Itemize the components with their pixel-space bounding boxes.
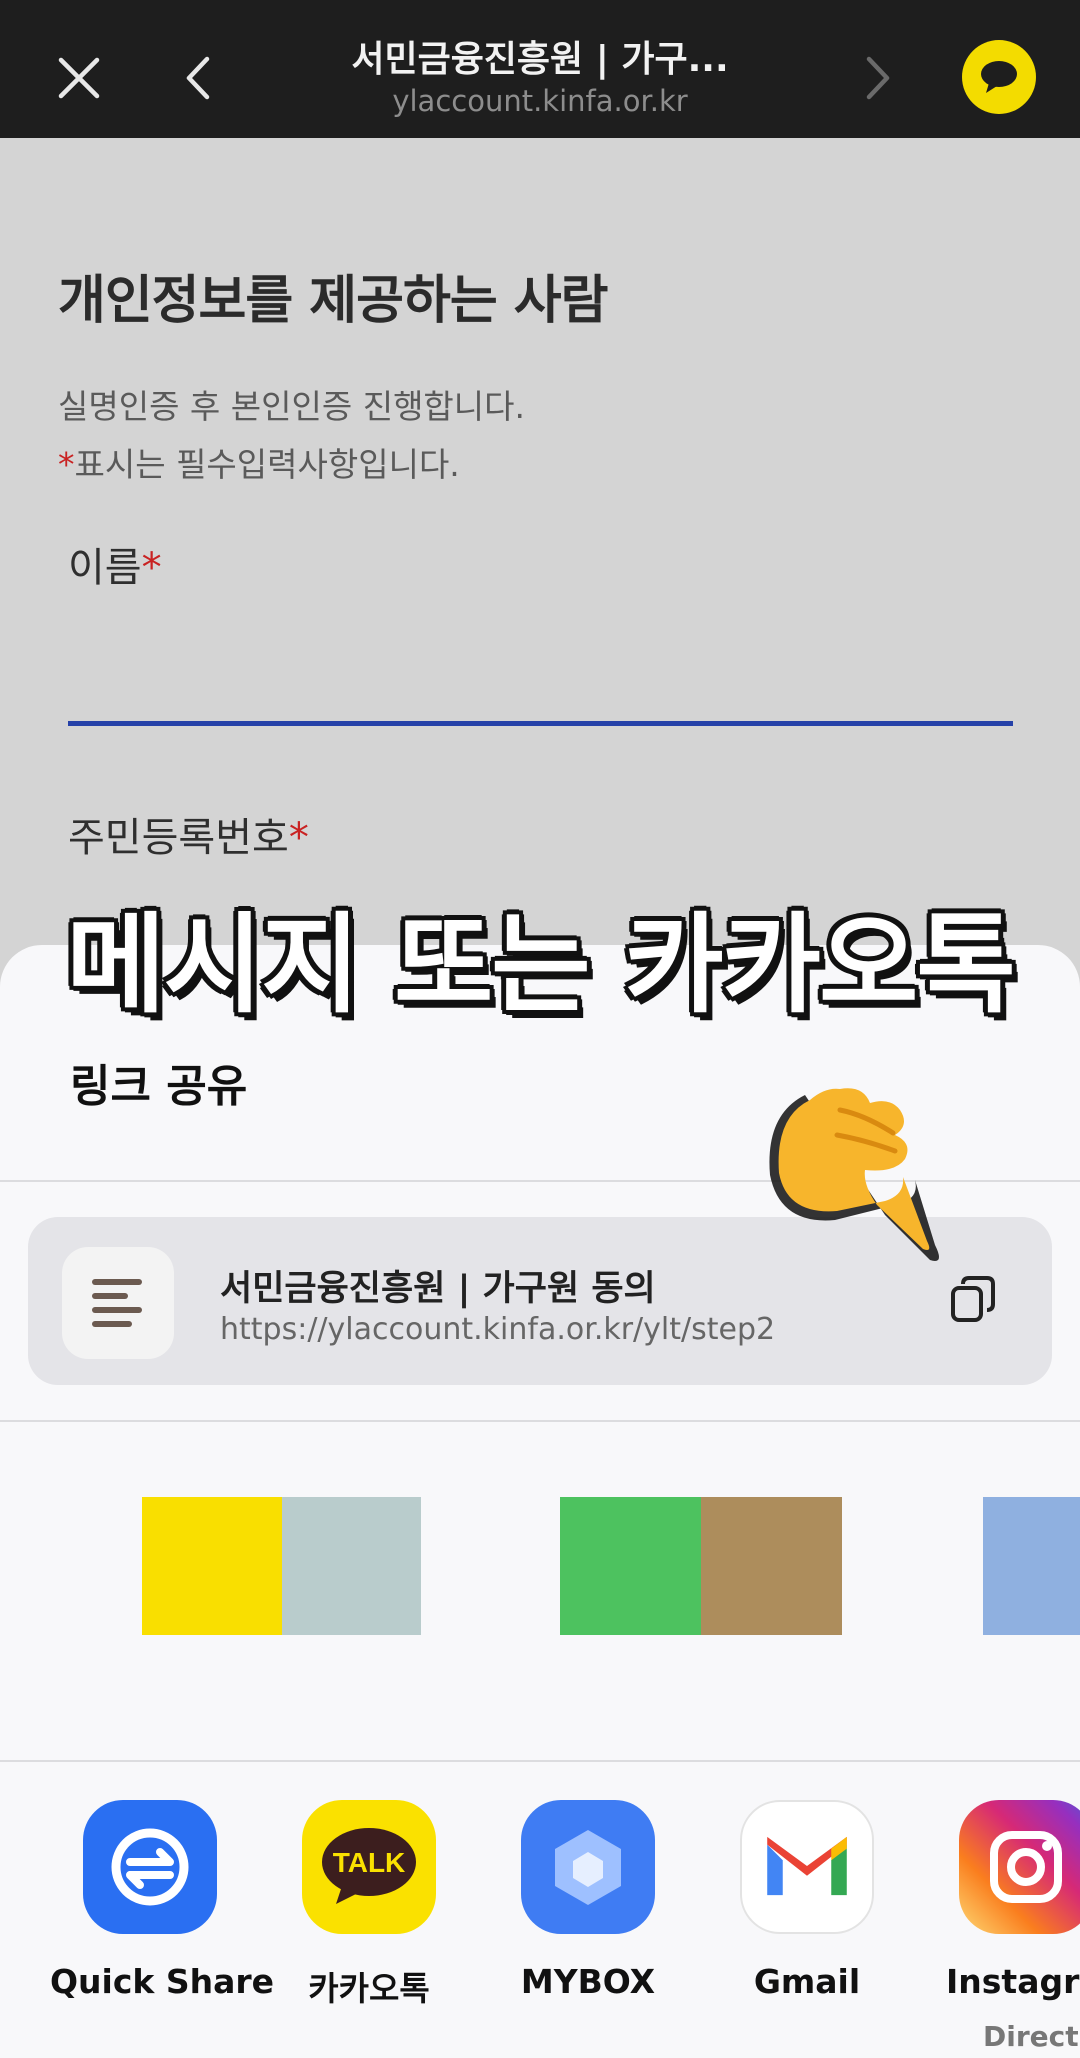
overlay-caption: 메시지 또는 카카오톡 <box>66 903 1015 1028</box>
contact-thumbnail[interactable] <box>560 1497 701 1635</box>
mybox-icon <box>521 1800 655 1934</box>
link-url: https://ylaccount.kinfa.or.kr/ylt/step2 <box>220 1312 776 1347</box>
form-description: 실명인증 후 본인인증 진행합니다. <box>58 387 525 426</box>
app-label: Quick Share <box>50 1962 275 2001</box>
app-sublabel: Direct <box>983 2020 1079 2053</box>
divider <box>0 1420 1080 1422</box>
share-app-gmail[interactable]: Gmail <box>707 1800 907 2001</box>
app-label: Gmail <box>753 1962 861 2001</box>
page-title: 서민금융진흥원 | 가구... <box>351 39 729 80</box>
close-icon[interactable] <box>46 45 112 111</box>
app-label: MYBOX <box>520 1962 656 2001</box>
contact-thumbnail[interactable] <box>142 1497 282 1635</box>
form-heading: 개인정보를 제공하는 사람 <box>58 271 608 331</box>
contact-thumbnail[interactable] <box>983 1497 1080 1635</box>
name-label: 이름* <box>68 535 162 593</box>
share-app-quick-share[interactable]: Quick Share <box>50 1800 275 2001</box>
instagram-icon <box>959 1800 1080 1934</box>
name-input[interactable] <box>68 721 1013 726</box>
document-icon <box>62 1247 174 1359</box>
required-mark: * <box>141 545 162 591</box>
kakaotalk-icon: TALK <box>302 1800 436 1934</box>
required-mark: * <box>288 815 309 861</box>
pointing-hand-icon <box>745 1055 955 1275</box>
share-sheet-title: 링크 공유 <box>70 1061 248 1112</box>
browser-toolbar: 서민금융진흥원 | 가구... ylaccount.kinfa.or.kr <box>0 0 1080 138</box>
share-app-kakaotalk[interactable]: TALK 카카오톡 <box>269 1800 469 2010</box>
page-url: ylaccount.kinfa.or.kr <box>392 84 688 118</box>
required-notice: *표시는 필수입력사항입니다. <box>58 438 460 486</box>
required-mark: * <box>58 445 75 484</box>
share-app-instagram[interactable]: Instagra <box>926 1800 1080 2001</box>
rrn-label-text: 주민등록번호 <box>68 815 289 861</box>
app-label: Instagra <box>946 1962 1080 2001</box>
rrn-label: 주민등록번호* <box>68 805 309 863</box>
copy-icon[interactable] <box>945 1272 1001 1328</box>
quick-share-icon <box>83 1800 217 1934</box>
back-icon[interactable] <box>165 45 231 111</box>
divider <box>0 1760 1080 1762</box>
kakao-chat-icon[interactable] <box>962 40 1036 114</box>
forward-icon[interactable] <box>845 45 911 111</box>
name-label-text: 이름 <box>68 545 142 591</box>
required-notice-text: 표시는 필수입력사항입니다. <box>74 445 460 484</box>
link-title: 서민금융진흥원 | 가구원 동의 <box>220 1269 656 1309</box>
share-app-mybox[interactable]: MYBOX <box>488 1800 688 2001</box>
contact-thumbnail[interactable] <box>701 1497 842 1635</box>
svg-text:TALK: TALK <box>333 1847 406 1878</box>
contact-thumbnail[interactable] <box>282 1497 421 1635</box>
gmail-icon <box>740 1800 874 1934</box>
app-label: 카카오톡 <box>308 1969 430 2008</box>
